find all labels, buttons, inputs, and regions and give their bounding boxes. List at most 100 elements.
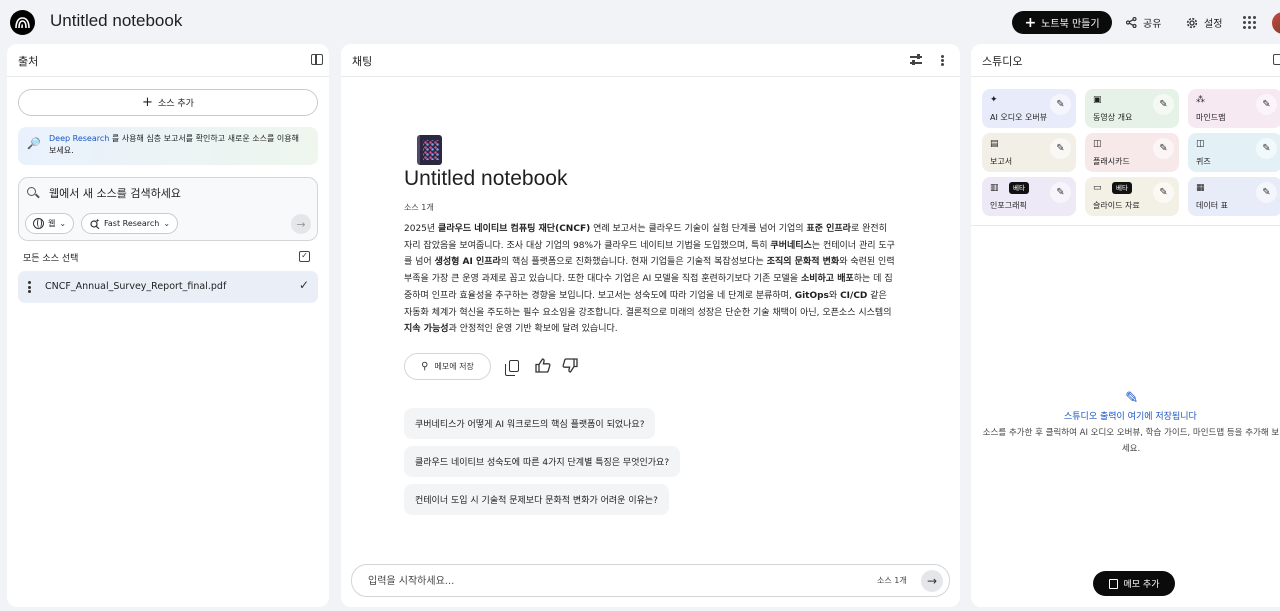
infographic-icon: ▥: [990, 183, 999, 193]
select-all-label: 모든 소스 선택: [23, 254, 79, 264]
source-menu-icon[interactable]: [28, 281, 31, 293]
research-mode-dropdown[interactable]: Fast Research ⌄: [81, 213, 179, 234]
studio-tile-label: 데이터 표: [1196, 201, 1228, 210]
deep-research-link[interactable]: Deep Research: [49, 134, 109, 143]
web-search-input[interactable]: [49, 184, 309, 202]
summary-text: 의 핵심 플랫폼으로 진화했습니다. 현재 기업들은 기술적 복잡성보다는: [500, 257, 767, 268]
collapse-panel-icon[interactable]: [1273, 54, 1280, 65]
edit-pencil-icon[interactable]: ✎: [1256, 138, 1277, 159]
summary-bold-text: CI/CD: [840, 290, 868, 301]
pin-icon: ⚲: [421, 361, 429, 372]
studio-tile-label: 보고서: [990, 157, 1013, 166]
studio-title: 스튜디오: [982, 55, 1023, 68]
sources-header: 출처: [7, 44, 329, 77]
add-memo-button[interactable]: 메모 추가: [1093, 571, 1175, 596]
summary-bold-text: GitOps: [794, 290, 829, 301]
research-mode-label: Fast Research: [104, 219, 160, 228]
suggested-question[interactable]: 컨테이너 도입 시 기술적 문제보다 문화적 변화가 어려운 이유는?: [404, 484, 669, 515]
copy-icon[interactable]: [505, 360, 519, 376]
summary-bold-text: 표준 인프라: [806, 224, 851, 234]
beta-badge: 베타: [1009, 182, 1029, 194]
chat-title: 채팅: [352, 55, 373, 68]
source-checkbox[interactable]: ✓: [299, 278, 309, 292]
quiz-icon: ◫: [1196, 139, 1205, 149]
add-source-label: 소스 추가: [157, 99, 194, 109]
thumbs-down-icon[interactable]: [562, 358, 578, 373]
notebook-emoji-icon: [417, 135, 442, 165]
video-icon: ▣: [1093, 95, 1102, 105]
submit-search-button[interactable]: →: [291, 214, 311, 234]
source-file-row[interactable]: CNCF_Annual_Survey_Report_final.pdf ✓: [18, 271, 318, 303]
studio-tile[interactable]: ▦ 데이터 표 ✎: [1188, 177, 1280, 216]
studio-empty-title: 스튜디오 출력이 여기에 저장됩니다: [1064, 412, 1197, 422]
studio-header: 스튜디오: [971, 44, 1280, 77]
settings-label: 설정: [1204, 19, 1223, 30]
share-button[interactable]: 공유: [1118, 11, 1169, 34]
search-icon: [27, 187, 36, 196]
studio-tile-label: AI 오디오 오버뷰: [990, 113, 1048, 122]
deep-research-banner[interactable]: 🔎 Deep Research 를 사용해 심층 보고서를 확인하고 새로운 소…: [18, 127, 318, 165]
beta-badge: 베타: [1112, 182, 1132, 194]
share-label: 공유: [1143, 19, 1162, 30]
chevron-down-icon: ⌄: [163, 219, 171, 228]
select-all-checkbox[interactable]: ✓: [299, 251, 310, 262]
source-file-name: CNCF_Annual_Survey_Report_final.pdf: [45, 281, 227, 292]
edit-pencil-icon[interactable]: ✎: [1050, 138, 1071, 159]
summary-bold-text: 조직의 문화적 변화: [766, 257, 840, 268]
sources-title: 출처: [18, 55, 39, 68]
edit-pencil-icon[interactable]: ✎: [1256, 182, 1277, 203]
summary-bold-text: 생성형 AI 인프라: [434, 257, 501, 268]
source-type-label: 웹: [48, 219, 56, 228]
create-notebook-button[interactable]: + 노트북 만들기: [1012, 11, 1112, 34]
studio-tile[interactable]: ◫ 퀴즈 ✎: [1188, 133, 1280, 172]
flashcard-icon: ◫: [1093, 139, 1102, 149]
report-icon: ▤: [990, 139, 999, 149]
save-to-note-button[interactable]: ⚲ 메모에 저장: [404, 353, 491, 380]
send-button[interactable]: →: [921, 570, 943, 592]
magic-wand-icon: ✎: [1125, 388, 1139, 407]
studio-tile-label: 마인드맵: [1196, 113, 1226, 122]
studio-tile[interactable]: ◫ 플래시카드 ✎: [1085, 133, 1179, 172]
edit-pencil-icon[interactable]: ✎: [1050, 94, 1071, 115]
studio-tile[interactable]: ▭ 베타슬라이드 자료 ✎: [1085, 177, 1179, 216]
thumbs-up-icon[interactable]: [535, 358, 551, 373]
studio-tile-label: 플래시카드: [1093, 157, 1130, 166]
edit-pencil-icon[interactable]: ✎: [1153, 94, 1174, 115]
data-table-icon: ▦: [1196, 183, 1205, 193]
source-type-dropdown[interactable]: 웹 ⌄: [25, 213, 75, 234]
studio-tile-label: 퀴즈: [1196, 157, 1211, 166]
add-source-button[interactable]: + 소스 추가: [18, 89, 318, 116]
edit-pencil-icon[interactable]: ✎: [1153, 182, 1174, 203]
edit-pencil-icon[interactable]: ✎: [1050, 182, 1071, 203]
notebooklm-logo-icon[interactable]: [10, 10, 35, 35]
notebook-summary: 2025년 클라우드 네이티브 컴퓨팅 재단(CNCF) 연례 보고서는 클라우…: [404, 221, 897, 338]
summary-bold-text: 쿠버네티스: [770, 240, 812, 251]
globe-icon: [33, 218, 44, 229]
studio-tile[interactable]: ⁂ 마인드맵 ✎: [1188, 89, 1280, 128]
tune-settings-icon[interactable]: [910, 54, 922, 66]
chat-header: 채팅: [341, 44, 960, 77]
source-count: 소스 1개: [404, 203, 434, 212]
plus-icon: +: [1024, 14, 1037, 31]
studio-tile[interactable]: ▥ 베타 인포그래픽 ✎: [982, 177, 1076, 216]
studio-tile[interactable]: ✦ AI 오디오 오버뷰 ✎: [982, 89, 1076, 128]
suggested-question[interactable]: 쿠버네티스가 어떻게 AI 워크로드의 핵심 플랫폼이 되었나요?: [404, 408, 656, 439]
edit-pencil-icon[interactable]: ✎: [1153, 138, 1174, 159]
chat-input[interactable]: [368, 573, 848, 589]
notebook-heading: Untitled notebook: [404, 167, 568, 190]
collapse-panel-icon[interactable]: [311, 54, 323, 65]
slides-icon: ▭: [1093, 183, 1102, 193]
notebook-title[interactable]: Untitled notebook: [50, 11, 182, 31]
studio-tile-label: 슬라이드 자료: [1093, 201, 1140, 210]
sources-panel: 출처 + 소스 추가 🔎 Deep Research 를 사용해 심층 보고서를…: [7, 44, 329, 607]
more-vert-icon[interactable]: [941, 55, 944, 66]
studio-tile[interactable]: ▤ 보고서 ✎: [982, 133, 1076, 172]
studio-tile[interactable]: ▣ 동영상 개요 ✎: [1085, 89, 1179, 128]
suggested-question[interactable]: 클라우드 네이티브 성숙도에 따른 4가지 단계별 특징은 무엇인가요?: [404, 446, 681, 477]
apps-grid-icon[interactable]: [1243, 16, 1256, 29]
avatar[interactable]: [1272, 12, 1280, 34]
top-bar: Untitled notebook + 노트북 만들기 공유 설정: [0, 0, 1280, 44]
edit-pencil-icon[interactable]: ✎: [1256, 94, 1277, 115]
chat-panel: 채팅 Untitled notebook 소스 1개 2025년 클라우드 네이…: [341, 44, 960, 607]
settings-button[interactable]: 설정: [1178, 11, 1230, 34]
